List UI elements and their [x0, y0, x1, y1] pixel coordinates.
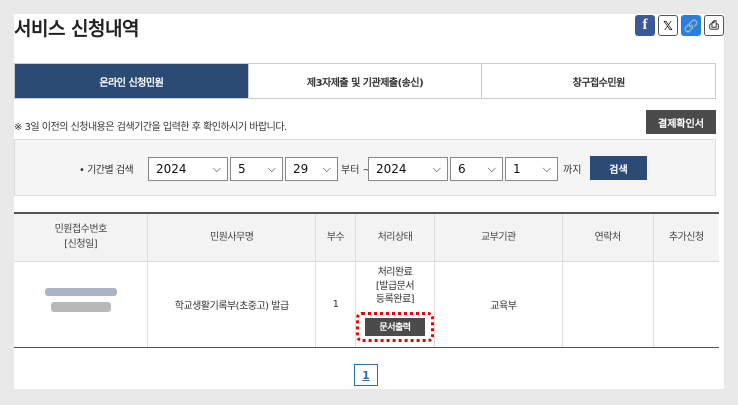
- col-receipt-number: 민원접수번호 [신청일]: [14, 213, 149, 262]
- main-panel: 서비스 신청내역 f 𝕏 🔗 ⎙ 온라인 신청민원 제3자제출 및 기관제출(송…: [14, 14, 724, 389]
- from-day-select[interactable]: 29 ⌵: [285, 157, 338, 181]
- to-year-value: 2024: [376, 162, 407, 176]
- tab-counter[interactable]: 창구접수민원: [482, 64, 715, 98]
- redacted-receipt-number: [43, 286, 119, 320]
- col-extra-request: 추가신청: [653, 213, 719, 262]
- link-icon[interactable]: 🔗: [681, 15, 701, 36]
- tab-online[interactable]: 온라인 신청민원: [15, 64, 249, 98]
- payment-confirmation-button[interactable]: 결제확인서: [646, 110, 716, 134]
- facebook-icon[interactable]: f: [635, 15, 655, 36]
- to-month-select[interactable]: 6 ⌵: [450, 157, 503, 181]
- table-header-row: 민원접수번호 [신청일] 민원사무명 부수 처리상태 교부기관 연락처 추가신청: [14, 213, 719, 262]
- to-day-select[interactable]: 1 ⌵: [505, 157, 558, 181]
- chevron-down-icon: ⌵: [432, 162, 441, 175]
- notice-text: ※ 3일 이전의 신청내용은 검색기간을 입력한 후 확인하시기 바랍니다.: [14, 122, 287, 133]
- chevron-down-icon: ⌵: [322, 162, 331, 175]
- col-status: 처리상태: [355, 213, 435, 262]
- chevron-down-icon: ⌵: [267, 162, 276, 175]
- tab-bar: 온라인 신청민원 제3자제출 및 기관제출(송신) 창구접수민원: [14, 63, 716, 99]
- chevron-down-icon: ⌵: [487, 162, 496, 175]
- col-agency: 교부기관: [434, 213, 563, 262]
- receipt-number-cell: [14, 261, 149, 348]
- from-year-select[interactable]: 2024 ⌵: [148, 157, 228, 181]
- to-day-value: 1: [513, 162, 521, 176]
- chevron-down-icon: ⌵: [542, 162, 551, 175]
- copies-cell: 1: [315, 261, 356, 348]
- highlight-box: 문서출력: [355, 311, 434, 342]
- to-month-value: 6: [458, 162, 466, 176]
- from-month-select[interactable]: 5 ⌵: [230, 157, 283, 181]
- col-contact: 연락처: [562, 213, 654, 262]
- x-icon[interactable]: 𝕏: [658, 15, 678, 36]
- print-document-button[interactable]: 문서출력: [364, 317, 425, 336]
- agency-cell: 교육부: [434, 261, 563, 348]
- col-copies: 부수: [315, 213, 356, 262]
- col-service-name: 민원사무명: [147, 213, 317, 262]
- chevron-down-icon: ⌵: [212, 162, 221, 175]
- print-icon[interactable]: ⎙: [704, 15, 724, 36]
- contact-cell: [562, 261, 654, 348]
- range-separator: 부터 ~: [341, 165, 371, 176]
- status-cell: 처리완료 [발급문서 등록완료] 문서출력: [355, 261, 435, 348]
- results-table: 민원접수번호 [신청일] 민원사무명 부수 처리상태 교부기관 연락처 추가신청…: [14, 212, 719, 348]
- search-button[interactable]: 검색: [590, 156, 647, 180]
- search-panel: • 기간별 검색 2024 ⌵ 5 ⌵ 29 ⌵ 부터 ~ 2024 ⌵ 6 ⌵…: [14, 139, 716, 196]
- table-row: 학교생활기록부(초중고) 발급 1 처리완료 [발급문서 등록완료] 문서출력 …: [14, 261, 719, 348]
- from-day-value: 29: [293, 162, 309, 176]
- until-label: 까지: [563, 165, 582, 176]
- tab-third-party[interactable]: 제3자제출 및 기관제출(송신): [249, 64, 483, 98]
- to-year-select[interactable]: 2024 ⌵: [368, 157, 448, 181]
- from-month-value: 5: [238, 162, 246, 176]
- page-link-1[interactable]: 1: [354, 364, 378, 386]
- col-receipt-number-label: 민원접수번호 [신청일]: [54, 224, 108, 251]
- extra-request-cell: [653, 261, 719, 348]
- service-name-cell: 학교생활기록부(초중고) 발급: [147, 261, 317, 348]
- status-text: 처리완료 [발급문서 등록완료]: [375, 267, 415, 306]
- share-toolbar: f 𝕏 🔗 ⎙: [635, 15, 724, 36]
- from-year-value: 2024: [156, 162, 187, 176]
- page-title: 서비스 신청내역: [14, 18, 139, 40]
- search-label: • 기간별 검색: [79, 165, 134, 176]
